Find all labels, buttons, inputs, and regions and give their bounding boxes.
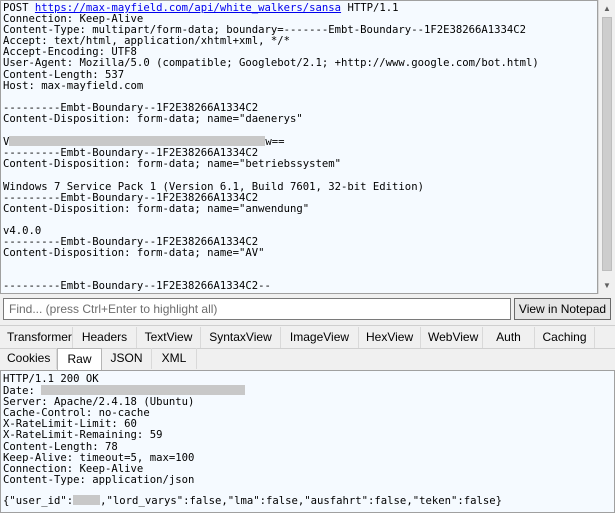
tab-transformer[interactable]: Transformer bbox=[0, 327, 73, 348]
pane-splitter[interactable] bbox=[0, 322, 615, 326]
request-body-line bbox=[3, 170, 539, 181]
tab-textview[interactable]: TextView bbox=[137, 327, 201, 348]
request-raw-view[interactable]: POST https://max-mayfield.com/api/white_… bbox=[0, 0, 598, 294]
scrollbar-thumb[interactable] bbox=[602, 17, 612, 271]
response-header-line: Content-Type: application/json bbox=[3, 473, 195, 486]
request-scrollbar[interactable]: ▲ ▼ bbox=[598, 0, 615, 294]
tab-json[interactable]: JSON bbox=[102, 348, 152, 369]
request-text: POST https://max-mayfield.com/api/white_… bbox=[3, 2, 539, 293]
find-input[interactable] bbox=[3, 298, 511, 320]
tab-syntaxview[interactable]: SyntaxView bbox=[201, 327, 281, 348]
inspector-tabs-row-1: Transformer Headers TextView SyntaxView Imag… bbox=[0, 327, 615, 349]
response-header-line: Content-Length: 78 bbox=[3, 440, 118, 453]
request-body: ---------Embt-Boundary--1F2E38266A1334C2… bbox=[3, 92, 539, 293]
response-body-prefix: {"user_id": bbox=[3, 495, 74, 507]
response-body: {"user_id": ,"lord_varys":false,"lma":fal… bbox=[3, 495, 502, 507]
redacted-value-suffix: w== bbox=[265, 136, 285, 149]
tab-cookies[interactable]: Cookies bbox=[0, 348, 57, 369]
response-headers: Server: Apache/2.4.18 (Ubuntu) Cache-Cont… bbox=[3, 397, 245, 486]
request-body-line bbox=[3, 125, 539, 136]
response-raw-view[interactable]: HTTP/1.1 200 OK Date: Server: Apache/2.4.… bbox=[0, 370, 615, 513]
tab-webview[interactable]: WebView bbox=[421, 327, 483, 348]
request-body-line: Windows 7 Service Pack 1 (Version 6.1, B… bbox=[3, 180, 424, 193]
request-body-line: Content-Disposition: form-data; name="da… bbox=[3, 112, 303, 125]
redacted-value bbox=[9, 136, 266, 147]
request-header-line: Host: max-mayfield.com bbox=[3, 79, 144, 92]
request-body-line bbox=[3, 259, 539, 270]
request-body-line: Content-Disposition: form-data; name="an… bbox=[3, 202, 310, 215]
request-body-line: Content-Disposition: form-data; name="be… bbox=[3, 158, 342, 171]
scroll-up-arrow-icon[interactable]: ▲ bbox=[599, 0, 615, 17]
request-body-line: Content-Disposition: form-data; name="AV… bbox=[3, 247, 265, 260]
response-text: HTTP/1.1 200 OK Date: Server: Apache/2.4.… bbox=[3, 373, 246, 486]
tab-imageview[interactable]: ImageView bbox=[281, 327, 359, 348]
response-body-suffix: ,"lord_varys":false,"lma":false,"ausfahr… bbox=[100, 495, 502, 507]
tab-headers[interactable]: Headers bbox=[73, 327, 137, 348]
tab-caching[interactable]: Caching bbox=[535, 327, 595, 348]
tab-hexview[interactable]: HexView bbox=[359, 327, 421, 348]
request-protocol: HTTP/1.1 bbox=[347, 2, 399, 14]
inspector-tabs-row-2: Cookies Raw JSON XML bbox=[0, 348, 615, 370]
tab-raw[interactable]: Raw bbox=[57, 348, 102, 370]
find-bar: View in Notepad bbox=[0, 296, 615, 322]
request-header-line: Content-Length: 537 bbox=[3, 68, 125, 81]
redacted-date bbox=[41, 385, 246, 396]
response-header-line: X-RateLimit-Remaining: 59 bbox=[3, 429, 163, 442]
request-body-line: ---------Embt-Boundary--1F2E38266A1334C2… bbox=[3, 280, 271, 293]
view-in-notepad-button[interactable]: View in Notepad bbox=[514, 298, 611, 320]
request-headers: Connection: Keep-Alive Content-Type: mult… bbox=[3, 13, 539, 92]
request-header-line: User-Agent: Mozilla/5.0 (compatible; Goo… bbox=[3, 57, 539, 70]
tab-auth[interactable]: Auth bbox=[483, 327, 535, 348]
tab-xml[interactable]: XML bbox=[152, 348, 197, 369]
redacted-user-id bbox=[73, 495, 101, 505]
scroll-down-arrow-icon[interactable]: ▼ bbox=[599, 277, 615, 294]
request-body-line bbox=[3, 215, 539, 226]
response-status-line: HTTP/1.1 200 OK bbox=[3, 373, 99, 385]
